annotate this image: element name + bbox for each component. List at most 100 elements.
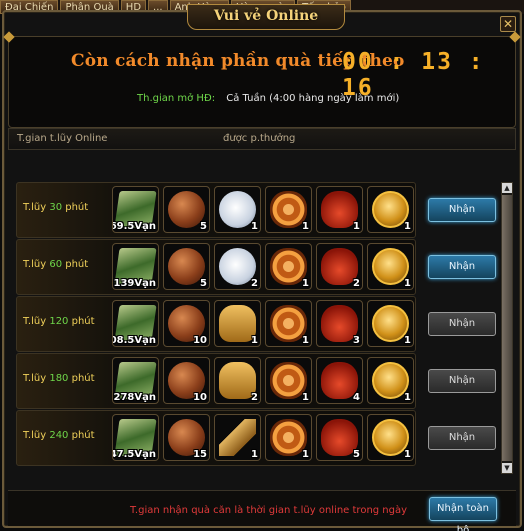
item-quantity: 1 [302, 449, 309, 460]
item-quantity: 1 [302, 221, 309, 232]
reward-row: T.lũy 60 phút 139Vạn 5 2 1 2 1 [16, 239, 416, 295]
claim-button[interactable]: Nhận [428, 312, 496, 336]
item-quantity: 1 [404, 278, 411, 289]
item-slot[interactable]: 139Vạn [112, 243, 159, 290]
item-slot[interactable]: 1 [265, 186, 312, 233]
item-slot[interactable]: 1 [367, 300, 414, 347]
item-slot[interactable]: 4 [316, 357, 363, 404]
corner-ornament [3, 31, 15, 43]
open-time-label: Th.gian mở HĐ: [137, 93, 216, 104]
close-button[interactable]: ✕ [500, 16, 516, 32]
label-minutes: 180 [49, 373, 69, 384]
row-time-label: T.lũy 120 phút [23, 316, 95, 327]
reward-items: 208.5Vạn 10 1 1 3 1 [112, 300, 414, 347]
item-quantity: 1 [353, 221, 360, 232]
scrollbar[interactable]: ▲ ▼ [501, 182, 513, 474]
item-quantity: 1 [404, 449, 411, 460]
item-slot[interactable]: 15 [163, 414, 210, 461]
reward-items: 139Vạn 5 2 1 2 1 [112, 243, 414, 290]
row-time-label: T.lũy 60 phút [23, 259, 88, 270]
open-time-value: Cả Tuần (4:00 hàng ngày làm mới) [226, 93, 400, 104]
claim-all-button[interactable]: Nhận toàn bộ [429, 497, 497, 531]
scroll-up-arrow-icon[interactable]: ▲ [502, 183, 512, 193]
item-slot[interactable]: 1 [265, 357, 312, 404]
label-suffix: phút [65, 202, 89, 213]
item-quantity: 15 [193, 449, 207, 460]
label-prefix: T.lũy [23, 202, 47, 213]
item-quantity: 1 [404, 335, 411, 346]
item-slot[interactable]: 1 [214, 186, 261, 233]
label-minutes: 240 [49, 430, 69, 441]
item-slot[interactable]: 1 [367, 357, 414, 404]
item-quantity: 4 [353, 392, 360, 403]
item-slot[interactable]: 1 [265, 300, 312, 347]
scroll-thumb[interactable] [502, 195, 512, 461]
row-time-label: T.lũy 30 phút [23, 202, 88, 213]
item-quantity: 1 [302, 335, 309, 346]
row-time-label: T.lũy 180 phút [23, 373, 95, 384]
item-slot[interactable]: 278Vạn [112, 357, 159, 404]
window-title: Vui vẻ Online [213, 8, 319, 24]
column-header-time: T.gian t.lũy Online [17, 133, 108, 144]
label-minutes: 120 [49, 316, 69, 327]
item-quantity: 69.5Vạn [112, 221, 156, 232]
claim-button[interactable]: Nhận [428, 426, 496, 450]
item-slot[interactable]: 1 [367, 414, 414, 461]
item-slot[interactable]: 1 [265, 414, 312, 461]
item-slot[interactable]: 1 [214, 300, 261, 347]
footer-note: T.gian nhận quà căn là thời gian t.lũy o… [130, 505, 408, 516]
item-quantity: 347.5Vạn [113, 449, 156, 460]
item-quantity: 1 [251, 335, 258, 346]
label-prefix: T.lũy [23, 373, 47, 384]
item-quantity: 5 [353, 449, 360, 460]
label-prefix: T.lũy [23, 316, 47, 327]
reward-row: T.lũy 180 phút 278Vạn 10 2 1 4 1 [16, 353, 416, 409]
item-slot[interactable]: 69.5Vạn [112, 186, 159, 233]
item-slot[interactable]: 1 [367, 243, 414, 290]
item-quantity: 1 [251, 449, 258, 460]
item-slot[interactable]: 1 [214, 414, 261, 461]
column-header-reward: được p.thưởng [223, 133, 296, 144]
label-prefix: T.lũy [23, 430, 47, 441]
table-header: T.gian t.lũy Online được p.thưởng [8, 128, 516, 150]
item-slot[interactable]: 2 [316, 243, 363, 290]
item-slot[interactable]: 5 [316, 414, 363, 461]
item-slot[interactable]: 1 [265, 243, 312, 290]
reward-list: ▲ ▼ T.lũy 30 phút 69.5Vạn 5 1 1 1 1 Nhận T.lũy 6… [8, 152, 516, 482]
item-quantity: 5 [200, 278, 207, 289]
scroll-down-arrow-icon[interactable]: ▼ [502, 463, 512, 473]
event-open-time: Th.gian mở HĐ: Cả Tuần (4:00 hàng ngày l… [137, 93, 399, 104]
item-slot[interactable]: 1 [367, 186, 414, 233]
item-slot[interactable]: 10 [163, 357, 210, 404]
countdown-panel: Còn cách nhận phần quà tiếp theo 00 : 13… [3, 31, 521, 128]
reward-items: 347.5Vạn151151 [112, 414, 414, 461]
item-slot[interactable]: 5 [163, 243, 210, 290]
row-time-label: T.lũy 240 phút [23, 430, 95, 441]
claim-button[interactable]: Nhận [428, 198, 496, 222]
reward-row: T.lũy 240 phút347.5Vạn151151 [16, 410, 416, 466]
item-quantity: 10 [193, 392, 207, 403]
footer-bar: T.gian nhận quà căn là thời gian t.lũy o… [8, 490, 516, 531]
item-slot[interactable]: 10 [163, 300, 210, 347]
label-minutes: 30 [49, 202, 63, 213]
item-slot[interactable]: 2 [214, 357, 261, 404]
item-slot[interactable]: 208.5Vạn [112, 300, 159, 347]
item-quantity: 3 [353, 335, 360, 346]
label-minutes: 60 [49, 259, 63, 270]
item-slot[interactable]: 2 [214, 243, 261, 290]
item-quantity: 10 [193, 335, 207, 346]
label-prefix: T.lũy [23, 259, 47, 270]
item-slot[interactable]: 1 [316, 186, 363, 233]
label-suffix: phút [71, 430, 95, 441]
item-quantity: 1 [302, 278, 309, 289]
item-quantity: 5 [200, 221, 207, 232]
item-slot[interactable]: 5 [163, 186, 210, 233]
claim-button[interactable]: Nhận [428, 255, 496, 279]
item-quantity: 1 [302, 392, 309, 403]
claim-button[interactable]: Nhận [428, 369, 496, 393]
label-suffix: phút [71, 316, 95, 327]
item-slot[interactable]: 3 [316, 300, 363, 347]
item-quantity: 1 [404, 221, 411, 232]
item-slot[interactable]: 347.5Vạn [112, 414, 159, 461]
online-rewards-window: Vui vẻ Online ✕ Còn cách nhận phần quà t… [2, 4, 522, 531]
